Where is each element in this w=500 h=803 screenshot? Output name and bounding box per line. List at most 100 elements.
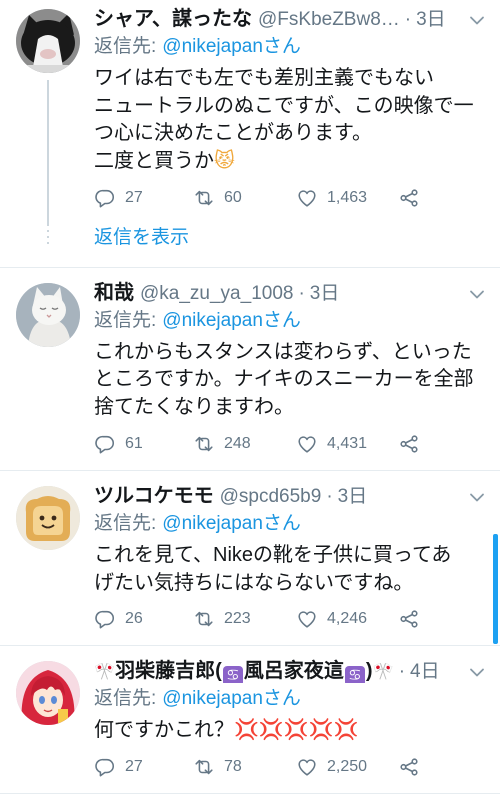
tweet-1[interactable]: シャア、謀ったな @FsKbeZBw8… · 3日 返信先: @nikejapanさん … — [0, 0, 500, 268]
retweet-button[interactable]: 78 — [193, 755, 242, 779]
action-bar: 27 78 2,250 — [94, 755, 484, 779]
white-cat-avatar[interactable] — [16, 282, 80, 347]
reply-count: 26 — [125, 610, 143, 628]
reply-button[interactable]: 27 — [94, 755, 143, 779]
anger-symbol-emoji: 💢 — [234, 719, 259, 742]
heart-icon — [296, 608, 318, 630]
anger-symbol-emoji: 💢 — [258, 719, 284, 742]
tweet-text-line: ところですか。ナイキのスニーカーを全部 — [94, 368, 474, 391]
share-button[interactable] — [398, 186, 420, 210]
tweet-text: ワイは右でも左でも差別主義でもない ニュートラルのぬこですが、この映像で一 つ心に決… — [94, 65, 484, 176]
retweet-button[interactable]: 60 — [193, 186, 242, 210]
tweet-text: これを見て、Nikeの靴を子供に買ってあ げたい気持ちにはならないですね。 — [94, 542, 484, 597]
tweet-menu-button[interactable] — [468, 663, 486, 681]
tweet-4[interactable]: 🎌羽柴藤吉郎(♋ 風呂家夜這 ♋)🎌 · 4日 返信先: @nikejapanさん 何です… — [0, 646, 500, 794]
heart-icon — [296, 433, 318, 455]
cancer-zodiac-emoji: ♋ — [222, 666, 243, 684]
show-replies-link[interactable]: 返信を表示 — [94, 226, 484, 250]
scrollbar[interactable] — [493, 534, 498, 644]
reply-prefix: 返信先: — [94, 688, 157, 710]
tweet-header: 🎌羽柴藤吉郎(♋ 風呂家夜這 ♋)🎌 · 4日 — [94, 659, 484, 684]
reply-count: 27 — [125, 757, 143, 775]
cancer-zodiac-emoji: ♋ — [344, 666, 365, 684]
retweet-button[interactable]: 223 — [193, 607, 251, 631]
tweet-text-line: ニュートラルのぬこですが、この映像で一 — [94, 94, 474, 117]
display-name[interactable]: ツルコケモモ — [94, 485, 214, 507]
share-button[interactable] — [398, 607, 420, 631]
like-button[interactable]: 1,463 — [296, 186, 367, 210]
reply-prefix: 返信先: — [94, 512, 157, 534]
reply-context: 返信先: @nikejapanさん — [94, 309, 484, 333]
action-bar: 26 223 4,246 — [94, 607, 484, 631]
retweet-icon — [193, 187, 215, 209]
reply-count: 27 — [125, 188, 143, 206]
anime-girl-avatar[interactable] — [16, 661, 80, 726]
separator-dot: · — [404, 9, 412, 30]
timestamp[interactable]: 3日 — [338, 486, 368, 507]
tweet-text: 何ですかこれ？💢💢💢💢💢 — [94, 717, 484, 745]
share-icon — [398, 756, 420, 778]
retweet-count: 248 — [224, 434, 251, 452]
display-name[interactable]: 和哉 — [94, 282, 134, 304]
pouting-cat-emoji: 😾 — [214, 150, 235, 173]
like-count: 4,431 — [327, 434, 368, 452]
separator-dot: · — [398, 661, 406, 683]
tweet-text-line: 二度と買うか😾 — [94, 150, 235, 173]
timestamp[interactable]: 3日 — [310, 283, 340, 304]
tweet-3[interactable]: ツルコケモモ @spcd65b9 · 3日 返信先: @nikejapanさん これを見… — [0, 471, 500, 647]
black-white-cat-avatar[interactable] — [16, 9, 80, 73]
tweet-2[interactable]: 和哉 @ka_zu_ya_1008 · 3日 返信先: @nikejapanさん これか… — [0, 268, 500, 471]
chevron-down-icon — [468, 663, 486, 681]
tweet-text-line: 何ですかこれ？💢💢💢💢💢 — [94, 719, 359, 742]
tweet-menu-button[interactable] — [468, 11, 486, 29]
retweet-count: 60 — [224, 188, 242, 206]
tweet-menu-button[interactable] — [468, 488, 486, 506]
heart-icon — [296, 756, 318, 778]
timestamp[interactable]: 3日 — [416, 9, 446, 30]
reply-context: 返信先: @nikejapanさん — [94, 512, 484, 536]
tweet-menu-button[interactable] — [468, 285, 486, 303]
reply-mention-link[interactable]: @nikejapanさん — [162, 688, 301, 709]
chevron-down-icon — [468, 285, 486, 303]
reply-icon — [94, 756, 116, 778]
reply-mention-link[interactable]: @nikejapanさん — [162, 310, 301, 331]
anger-symbol-emoji: 💢 — [333, 719, 359, 742]
like-count: 4,246 — [327, 610, 368, 628]
retweet-button[interactable]: 248 — [193, 432, 251, 456]
tweet-text: これからもスタンスは変わらず、といった ところですか。ナイキのスニーカーを全部 捨て… — [94, 339, 484, 422]
reply-context: 返信先: @nikejapanさん — [94, 35, 484, 59]
bread-face-avatar[interactable] — [16, 485, 80, 550]
display-name[interactable]: シャア、謀ったな — [94, 8, 252, 30]
like-button[interactable]: 4,431 — [296, 432, 367, 456]
user-handle[interactable]: @FsKbeZBw8… — [258, 9, 400, 30]
display-name[interactable]: 🎌羽柴藤吉郎(♋ 風呂家夜這 ♋)🎌 — [94, 660, 394, 684]
action-bar: 27 60 1,463 — [94, 186, 484, 210]
share-button[interactable] — [398, 755, 420, 779]
anger-symbol-emoji: 💢 — [308, 719, 334, 742]
reply-context: 返信先: @nikejapanさん — [94, 687, 484, 711]
reply-prefix: 返信先: — [94, 36, 157, 57]
reply-mention-link[interactable]: @nikejapanさん — [162, 513, 301, 534]
crossed-flags-emoji: 🎌 — [94, 662, 116, 682]
retweet-icon — [193, 756, 215, 778]
tweet-text-line: つ心に決めたことがあります。 — [94, 122, 372, 145]
reply-count: 61 — [125, 434, 143, 452]
separator-dot: · — [326, 485, 333, 507]
user-handle[interactable]: @ka_zu_ya_1008 — [140, 283, 293, 304]
user-handle[interactable]: @spcd65b9 — [220, 486, 322, 507]
reply-button[interactable]: 26 — [94, 607, 143, 631]
reply-button[interactable]: 61 — [94, 432, 143, 456]
tweet-text-line: 捨てたくなりますわ。 — [94, 396, 294, 419]
like-count: 1,463 — [327, 188, 368, 206]
share-button[interactable] — [398, 432, 420, 456]
crossed-flags-emoji: 🎌 — [372, 662, 394, 682]
tweet-text-line: げたい気持ちにはならないですね。 — [94, 571, 414, 594]
timestamp[interactable]: 4日 — [410, 661, 440, 682]
like-button[interactable]: 4,246 — [296, 607, 367, 631]
reply-button[interactable]: 27 — [94, 186, 143, 210]
thread-line — [47, 80, 49, 246]
reply-mention-link[interactable]: @nikejapanさん — [162, 36, 301, 57]
share-icon — [398, 433, 420, 455]
like-button[interactable]: 2,250 — [296, 755, 367, 779]
share-icon — [398, 608, 420, 630]
